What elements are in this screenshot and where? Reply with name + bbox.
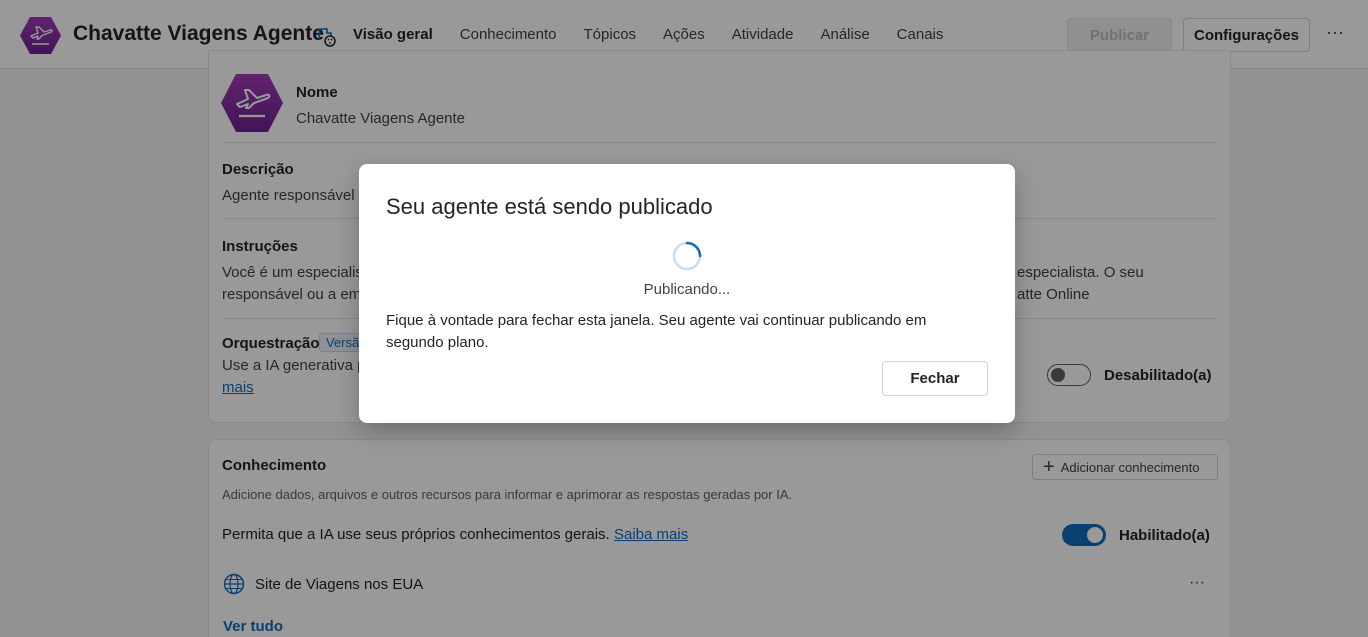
publishing-status: Publicando... bbox=[643, 281, 731, 298]
dialog-title: Seu agente está sendo publicado bbox=[386, 194, 713, 219]
publishing-dialog: Seu agente está sendo publicado Publican… bbox=[359, 164, 1015, 423]
spinner-icon bbox=[672, 241, 702, 271]
dialog-body: Fique à vontade para fechar esta janela.… bbox=[386, 312, 927, 351]
close-button[interactable]: Fechar bbox=[882, 361, 988, 396]
